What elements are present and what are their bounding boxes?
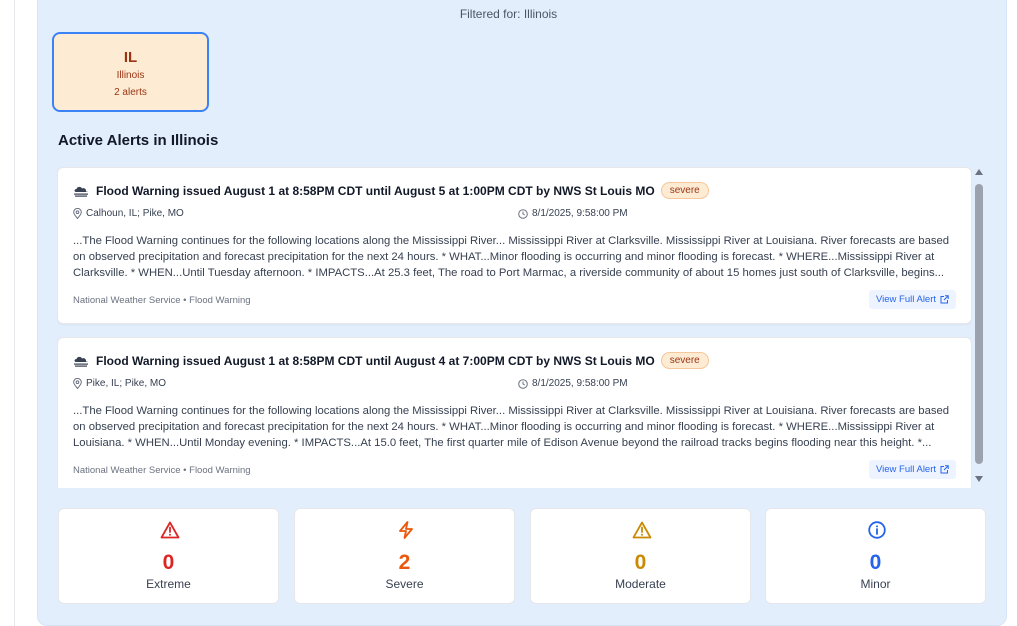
state-alert-count: 2 alerts xyxy=(114,87,147,98)
stat-label: Moderate xyxy=(615,577,666,591)
section-title: Active Alerts in Illinois xyxy=(58,132,219,149)
filter-label: Filtered for: Illinois xyxy=(459,7,558,21)
state-code: IL xyxy=(123,49,138,66)
description-line: Louisiana. * WHEN...Until Monday evening… xyxy=(73,437,932,449)
alert-source: National Weather Service • Flood Warning xyxy=(73,465,251,476)
description-line: ...The Flood Warning continues for the f… xyxy=(73,235,950,247)
view-full-alert-button[interactable]: View Full Alert xyxy=(869,290,957,309)
description-line: Clarksville. * WHEN...Until Tuesday afte… xyxy=(73,267,945,279)
alert-location: Calhoun, IL; Pike, MO xyxy=(86,208,184,219)
alert-title: Flood Warning issued August 1 at 8:58PM … xyxy=(96,353,655,368)
stat-value: 0 xyxy=(162,551,175,574)
severity-badge: severe xyxy=(660,352,709,369)
view-full-alert-label: View Full Alert xyxy=(876,294,937,305)
stat-card-severe: 2 Severe xyxy=(294,508,515,604)
description-line: on observed precipitation and forecast p… xyxy=(73,421,935,433)
stat-card-minor: 0 Minor xyxy=(765,508,986,604)
stat-label: Minor xyxy=(860,577,891,591)
alert-time: 8/1/2025, 9:58:00 PM xyxy=(532,378,628,389)
scroll-thumb[interactable] xyxy=(975,184,983,464)
view-full-alert-button[interactable]: View Full Alert xyxy=(869,460,957,479)
severity-badge: severe xyxy=(660,182,709,199)
clock-icon xyxy=(518,208,528,219)
info-icon xyxy=(868,521,886,539)
stat-value: 0 xyxy=(869,551,882,574)
stat-value: 0 xyxy=(634,551,647,574)
stat-card-moderate: 0 Moderate xyxy=(530,508,751,604)
clock-icon xyxy=(518,378,528,389)
alert-location: Pike, IL; Pike, MO xyxy=(86,378,167,389)
state-card-illinois[interactable]: IL Illinois 2 alerts xyxy=(52,32,209,112)
alert-source: National Weather Service • Flood Warning xyxy=(73,295,251,306)
lightning-icon xyxy=(399,521,413,539)
alerts-scrollbar[interactable] xyxy=(973,167,986,486)
alert-description: ...The Flood Warning continues for the f… xyxy=(73,233,960,281)
flood-cloud-icon xyxy=(74,356,88,367)
alert-card: Flood Warning issued August 1 at 8:58PM … xyxy=(57,167,972,324)
warning-triangle-icon xyxy=(632,521,652,539)
alert-time: 8/1/2025, 9:58:00 PM xyxy=(532,208,628,219)
stat-card-extreme: 0 Extreme xyxy=(58,508,279,604)
page-divider xyxy=(14,0,15,626)
stat-value: 2 xyxy=(398,551,411,574)
description-line: on observed precipitation and forecast p… xyxy=(73,251,935,263)
alert-description: ...The Flood Warning continues for the f… xyxy=(73,403,960,451)
flood-cloud-icon xyxy=(74,186,88,197)
map-pin-icon xyxy=(73,378,82,389)
scroll-up-arrow-icon[interactable] xyxy=(975,169,983,175)
alerts-list[interactable]: Flood Warning issued August 1 at 8:58PM … xyxy=(57,166,972,488)
alert-title: Flood Warning issued August 1 at 8:58PM … xyxy=(96,183,655,198)
stat-label: Severe xyxy=(385,577,424,591)
stat-label: Extreme xyxy=(146,577,191,591)
external-link-icon xyxy=(940,465,949,474)
state-name: Illinois xyxy=(116,70,145,81)
view-full-alert-label: View Full Alert xyxy=(876,464,937,475)
external-link-icon xyxy=(940,295,949,304)
scroll-down-arrow-icon[interactable] xyxy=(975,476,983,482)
description-line: ...The Flood Warning continues for the f… xyxy=(73,405,950,417)
warning-triangle-icon xyxy=(160,521,180,539)
alert-card: Flood Warning issued August 1 at 8:58PM … xyxy=(57,337,972,488)
map-pin-icon xyxy=(73,208,82,219)
